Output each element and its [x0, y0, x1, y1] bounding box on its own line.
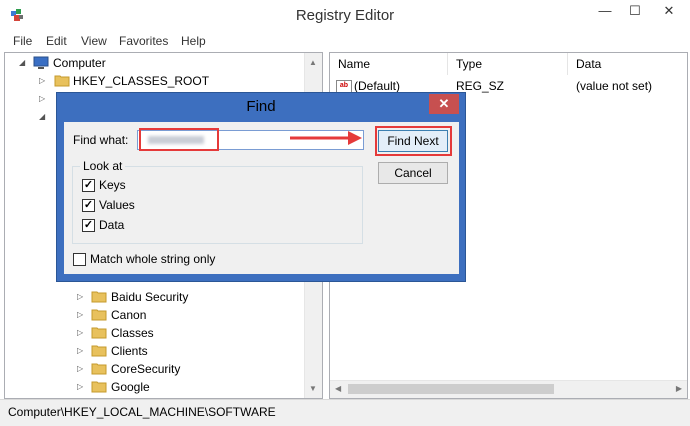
row-type: REG_SZ	[456, 79, 505, 93]
tree-item-label: CoreSecurity	[111, 362, 181, 376]
look-at-label: Look at	[80, 159, 126, 173]
expand-icon[interactable]: ▷	[77, 342, 86, 360]
data-label: Data	[99, 218, 125, 232]
column-name[interactable]: Name	[330, 53, 448, 75]
expand-icon[interactable]: ▷	[77, 324, 86, 342]
menu-bar: File Edit View Favorites Help	[0, 31, 690, 51]
minimize-button[interactable]: —	[590, 0, 620, 22]
close-button[interactable]: ✕	[654, 0, 684, 22]
expand-icon[interactable]: ▷	[77, 360, 86, 378]
scroll-left-icon[interactable]: ◀	[335, 384, 341, 393]
tree-item-label: Classes	[111, 326, 154, 340]
row-data: (value not set)	[576, 79, 653, 93]
scroll-thumb[interactable]	[348, 384, 554, 394]
folder-icon	[91, 363, 107, 375]
list-horizontal-scrollbar[interactable]: ◀ ▶	[330, 380, 687, 398]
find-what-label: Find what:	[73, 133, 129, 147]
scroll-up-icon[interactable]: ▲	[309, 58, 317, 67]
title-bar: Registry Editor — ☐ ✕	[0, 0, 690, 31]
scroll-down-icon[interactable]: ▼	[309, 384, 317, 393]
menu-view[interactable]: View	[81, 34, 107, 48]
maximize-button[interactable]: ☐	[620, 0, 650, 22]
folder-icon	[54, 75, 70, 87]
folder-icon	[91, 291, 107, 303]
column-type[interactable]: Type	[448, 53, 568, 75]
folder-icon	[91, 345, 107, 357]
data-checkbox[interactable]: ✓	[82, 219, 95, 232]
match-whole-checkbox[interactable]	[73, 253, 86, 266]
arrow-icon	[290, 131, 362, 145]
highlight-box-input	[139, 128, 219, 151]
expand-icon[interactable]: ▷	[39, 72, 48, 90]
keys-label: Keys	[99, 178, 126, 192]
expand-icon[interactable]: ▷	[77, 288, 86, 306]
scroll-right-icon[interactable]: ▶	[676, 384, 682, 393]
folder-icon	[91, 327, 107, 339]
keys-checkbox[interactable]: ✓	[82, 179, 95, 192]
dialog-title: Find	[246, 98, 276, 115]
status-path: Computer\HKEY_LOCAL_MACHINE\SOFTWARE	[8, 405, 276, 419]
folder-icon	[91, 381, 107, 393]
window-title: Registry Editor	[295, 7, 395, 24]
tree-item-label: Baidu Security	[111, 290, 189, 304]
computer-icon	[33, 56, 49, 69]
row-name: (Default)	[354, 79, 401, 93]
dialog-close-button[interactable]: ✕	[429, 94, 459, 114]
expand-icon[interactable]: ▷	[77, 306, 86, 324]
tree-item-label: Canon	[111, 308, 147, 322]
menu-file[interactable]: File	[13, 34, 32, 48]
menu-favorites[interactable]: Favorites	[119, 34, 168, 48]
cancel-button[interactable]: Cancel	[378, 162, 448, 184]
menu-edit[interactable]: Edit	[46, 34, 67, 48]
match-whole-label: Match whole string only	[90, 252, 216, 266]
tree-item-label: Google	[111, 380, 150, 394]
values-label: Values	[99, 198, 135, 212]
collapse-icon[interactable]: ◢	[39, 108, 48, 126]
expand-icon[interactable]: ▷	[39, 90, 48, 108]
tree-item-label: Computer	[53, 56, 106, 70]
tree-item-label: HKEY_CLASSES_ROOT	[73, 74, 210, 88]
column-data[interactable]: Data	[568, 53, 687, 75]
tree-item-label: Clients	[111, 344, 148, 358]
collapse-icon[interactable]: ◢	[19, 54, 28, 72]
status-bar: Computer\HKEY_LOCAL_MACHINE\SOFTWARE	[0, 399, 690, 426]
find-dialog: Find ✕ Find what: Find Next Cancel Look …	[56, 92, 466, 282]
values-checkbox[interactable]: ✓	[82, 199, 95, 212]
highlight-box-button	[375, 126, 452, 156]
folder-icon	[91, 309, 107, 321]
expand-icon[interactable]: ▷	[77, 378, 86, 396]
menu-help[interactable]: Help	[181, 34, 206, 48]
dialog-body: Find what: Find Next Cancel Look at ✓ Ke…	[64, 122, 459, 274]
